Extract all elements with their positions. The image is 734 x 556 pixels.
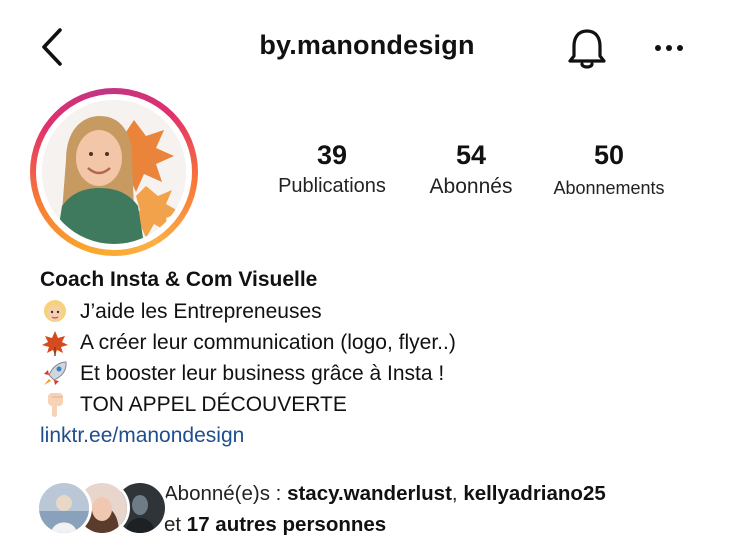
bio-line: Et booster leur business grâce à Insta ! xyxy=(40,358,720,389)
bio-line: A créer leur communication (logo, flyer.… xyxy=(40,327,720,358)
bio-line-text: A créer leur communication (logo, flyer.… xyxy=(80,331,456,354)
bio-line-text: J’aide les Entrepreneuses xyxy=(80,300,322,323)
profile-bio: Coach Insta & Com Visuelle J’aide les En… xyxy=(40,268,720,451)
pointing-down-emoji-icon xyxy=(40,391,70,419)
follower-name-link[interactable]: kellyadriano25 xyxy=(463,482,605,505)
woman-emoji-icon xyxy=(40,298,70,326)
profile-username: by.manondesign xyxy=(259,30,475,60)
stat-value: 50 xyxy=(593,140,625,170)
profile-display-name: Coach Insta & Com Visuelle xyxy=(40,268,318,291)
followers-prefix: Abonné(e)s : xyxy=(164,482,288,505)
maple-leaf-emoji-icon xyxy=(40,329,70,357)
mutual-followers[interactable]: Abonné(e)s : stacy.wanderlust, kellyadri… xyxy=(36,478,726,538)
rocket-emoji-icon xyxy=(40,360,70,388)
stat-publications[interactable]: 39 Publications xyxy=(270,140,394,198)
bio-line: TON APPEL DÉCOUVERTE xyxy=(40,389,720,420)
stat-following[interactable]: 50 Abonnements xyxy=(544,140,674,199)
bio-line-text: TON APPEL DÉCOUVERTE xyxy=(80,393,347,416)
stat-label: Abonnements xyxy=(553,178,665,198)
profile-header: by.manondesign xyxy=(0,0,734,100)
bio-link[interactable]: linktr.ee/manondesign xyxy=(40,420,720,451)
follower-avatar-1 xyxy=(36,480,92,536)
stat-label: Abonnés xyxy=(429,175,513,198)
follower-name-link[interactable]: stacy.wanderlust xyxy=(287,482,452,505)
bell-icon[interactable] xyxy=(566,26,608,72)
stat-followers[interactable]: 54 Abonnés xyxy=(416,140,526,199)
others-count: 17 autres personnes xyxy=(186,513,387,536)
mutual-followers-text: Abonné(e)s : stacy.wanderlust, kellyadri… xyxy=(164,482,606,536)
stat-label: Publications xyxy=(278,175,386,197)
more-options-icon[interactable] xyxy=(652,38,688,58)
bio-line-text: Et booster leur business grâce à Insta ! xyxy=(80,362,445,385)
stat-value: 39 xyxy=(316,140,348,170)
bio-line: J’aide les Entrepreneuses xyxy=(40,296,720,327)
profile-stats: 39 Publications 54 Abonnés 50 Abonnement… xyxy=(0,140,734,210)
stat-value: 54 xyxy=(455,140,487,170)
